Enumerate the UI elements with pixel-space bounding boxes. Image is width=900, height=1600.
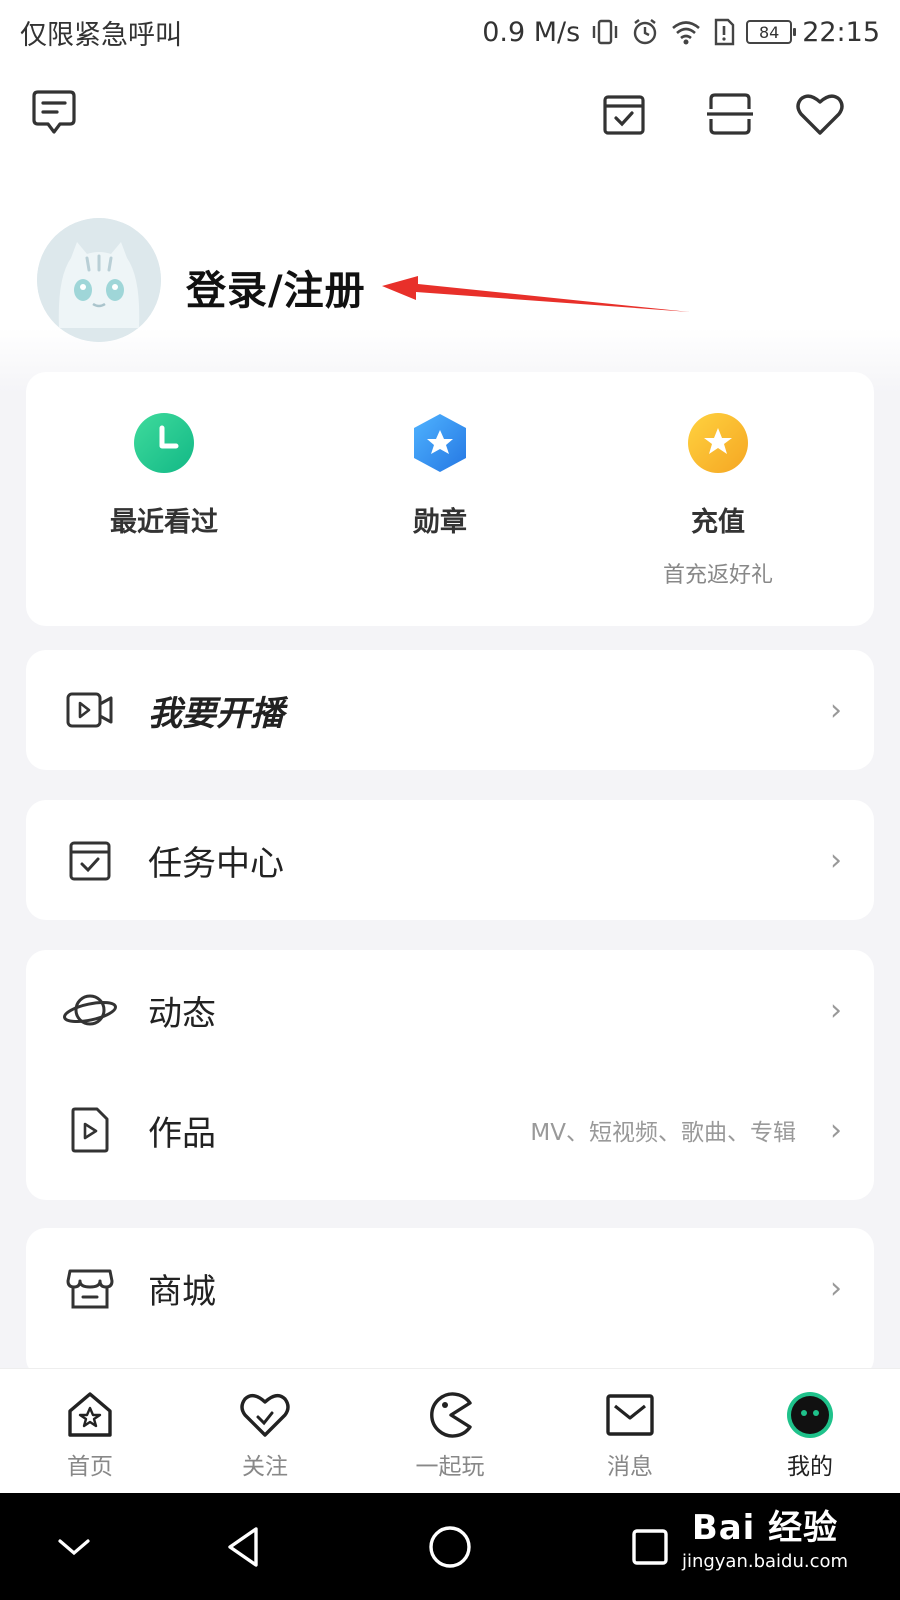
nav-follow[interactable]: 关注: [205, 1389, 325, 1481]
battery-indicator: 84: [746, 20, 797, 44]
menu-hint-works: MV、短视频、歌曲、专辑: [530, 1120, 796, 1146]
task-calendar-icon: [62, 832, 118, 888]
annotation-arrow: [382, 276, 690, 312]
video-file-icon: [62, 1102, 118, 1158]
avatar[interactable]: [37, 218, 161, 342]
wifi-icon: [670, 17, 702, 47]
status-right: 0.9 M/s 84 22:15: [482, 17, 880, 48]
tasks-card: 任务中心 ›: [26, 800, 874, 920]
checkin-calendar-icon[interactable]: [596, 86, 652, 142]
chevron-right-icon: ›: [830, 692, 842, 728]
alarm-icon: [630, 17, 660, 47]
bottom-nav: 首页 关注 一起玩 消息 我的: [0, 1368, 900, 1493]
menu-label-works: 作品: [148, 1113, 216, 1154]
watermark-url: jingyan.baidu.com: [681, 1551, 849, 1572]
chevron-right-icon: ›: [830, 1270, 842, 1306]
sim-alert-icon: [712, 17, 736, 47]
medal-hexagon-icon: [409, 412, 471, 474]
nav-home[interactable]: 首页: [30, 1389, 150, 1481]
menu-label-live: 我要开播: [148, 693, 284, 734]
quick-sub-recharge: 首充返好礼: [662, 563, 773, 588]
star-coin-icon: [687, 412, 749, 474]
carrier-text: 仅限紧急呼叫: [20, 19, 182, 51]
watermark-logo: Bai 经验: [691, 1508, 839, 1548]
quick-actions-card: 最近看过 勋章 充值 首充返好礼: [26, 372, 874, 626]
live-card: 我要开播 ›: [26, 650, 874, 770]
my-avatar-icon: [787, 1392, 833, 1438]
nav-label-follow: 关注: [242, 1454, 288, 1480]
status-bar: 仅限紧急呼叫 0.9 M/s 84 22:15: [0, 0, 900, 64]
quick-label-medal: 勋章: [413, 507, 467, 538]
menu-row-works[interactable]: 作品 MV、短视频、歌曲、专辑 ›: [26, 1070, 874, 1190]
chevron-right-icon: ›: [830, 842, 842, 878]
menu-row-mall[interactable]: 商城 ›: [26, 1228, 874, 1348]
menu-label-tasks: 任务中心: [148, 843, 284, 884]
collapse-chevron-icon[interactable]: [42, 1515, 106, 1579]
menu-row-feed[interactable]: 动态 ›: [26, 950, 874, 1070]
nav-mine[interactable]: 我的: [750, 1389, 870, 1481]
nav-label-mine: 我的: [787, 1454, 833, 1480]
login-register-link[interactable]: 登录/注册: [186, 258, 366, 316]
menu-label-feed: 动态: [148, 993, 216, 1034]
menu-row-tasks[interactable]: 任务中心 ›: [26, 800, 874, 920]
back-triangle-icon[interactable]: [212, 1515, 276, 1579]
mail-icon: [606, 1394, 654, 1436]
nav-label-messages: 消息: [607, 1454, 653, 1480]
quick-item-medal[interactable]: 勋章: [330, 412, 550, 539]
chevron-right-icon: ›: [830, 1112, 842, 1148]
video-camera-icon: [62, 682, 118, 738]
nav-messages[interactable]: 消息: [570, 1389, 690, 1481]
scan-icon[interactable]: [702, 86, 758, 142]
quick-item-recent[interactable]: 最近看过: [54, 412, 274, 539]
clock-time: 22:15: [802, 16, 880, 48]
quick-item-recharge[interactable]: 充值 首充返好礼: [608, 412, 828, 589]
mall-card: 商城 ›: [26, 1228, 874, 1378]
quick-label-recharge: 充值: [691, 507, 745, 538]
store-icon: [62, 1260, 118, 1316]
nav-play[interactable]: 一起玩: [390, 1389, 510, 1481]
nav-label-home: 首页: [67, 1454, 113, 1480]
chevron-right-icon: ›: [830, 992, 842, 1028]
home-icon: [68, 1392, 112, 1437]
heart-icon: [240, 1393, 290, 1437]
pacman-icon: [430, 1392, 472, 1438]
message-icon[interactable]: [26, 84, 82, 140]
nav-label-play: 一起玩: [415, 1454, 485, 1480]
network-speed: 0.9 M/s: [482, 16, 581, 48]
favorite-heart-icon[interactable]: [792, 86, 848, 142]
home-circle-icon[interactable]: [418, 1515, 482, 1579]
planet-icon: [62, 982, 118, 1038]
menu-row-live[interactable]: 我要开播 ›: [26, 650, 874, 770]
content-card: 动态 › 作品 MV、短视频、歌曲、专辑 ›: [26, 950, 874, 1200]
menu-label-mall: 商城: [148, 1271, 216, 1312]
vibrate-icon: [590, 17, 620, 47]
baidu-jingyan-watermark: Bai 经验 jingyan.baidu.com: [660, 1500, 870, 1572]
clock-icon: [133, 412, 195, 474]
quick-label-recent: 最近看过: [110, 507, 218, 538]
cat-avatar-icon: [37, 218, 161, 342]
